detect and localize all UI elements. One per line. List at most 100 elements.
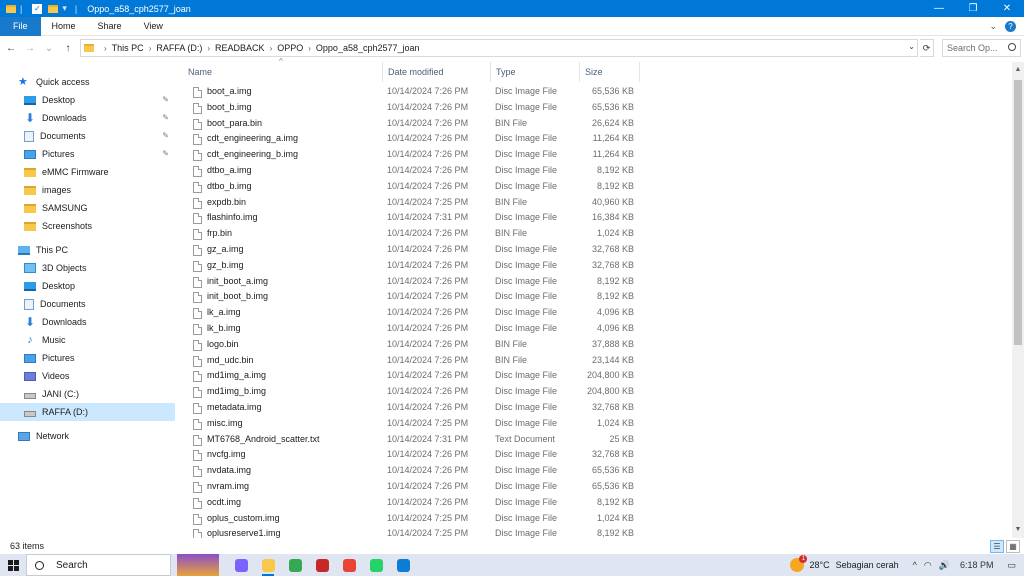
up-button[interactable]: ↑ (60, 40, 76, 56)
breadcrumb-chevron-icon[interactable]: › (104, 44, 107, 53)
minimize-button[interactable]: — (922, 0, 956, 17)
sidebar-item-pc-5[interactable]: Pictures (0, 349, 175, 367)
details-view-button[interactable]: ☰ (990, 539, 1004, 553)
start-button[interactable] (0, 554, 26, 576)
file-row[interactable]: nvdata.img 10/14/2024 7:26 PM Disc Image F… (183, 463, 1003, 479)
help-icon[interactable]: ? (1005, 21, 1016, 32)
breadcrumb-chevron-icon[interactable]: › (207, 44, 210, 53)
tab-view[interactable]: View (133, 17, 174, 36)
maximize-button[interactable]: ❐ (956, 0, 990, 17)
scroll-down-icon[interactable]: ▼ (1012, 524, 1024, 536)
file-row[interactable]: boot_b.img 10/14/2024 7:26 PM Disc Image F… (183, 100, 1003, 116)
breadcrumb-oppo[interactable]: OPPO (277, 43, 303, 53)
address-dropdown-icon[interactable]: ⌄ (908, 42, 915, 51)
search-highlight-image[interactable] (177, 554, 219, 576)
tab-file[interactable]: File (0, 16, 41, 36)
forward-button[interactable]: → (22, 40, 38, 56)
taskbar-search[interactable]: Search (26, 554, 171, 576)
file-row[interactable]: gz_b.img 10/14/2024 7:26 PM Disc Image Fil… (183, 258, 1003, 274)
file-row[interactable]: md1img_b.img 10/14/2024 7:26 PM Disc Image… (183, 384, 1003, 400)
whatsapp-icon[interactable] (365, 554, 387, 576)
file-row[interactable]: lk_b.img 10/14/2024 7:26 PM Disc Image Fil… (183, 321, 1003, 337)
breadcrumb-chevron-icon[interactable]: › (149, 44, 152, 53)
sidebar-item-quick-3[interactable]: Pictures ✎ (0, 145, 175, 163)
file-row[interactable]: MT6768_Android_scatter.txt 10/14/2024 7:3… (183, 432, 1003, 448)
file-row[interactable]: nvram.img 10/14/2024 7:26 PM Disc Image Fi… (183, 479, 1003, 495)
sidebar-item-quick-4[interactable]: eMMC Firmware (0, 163, 175, 181)
file-row[interactable]: md1img_a.img 10/14/2024 7:26 PM Disc Image… (183, 368, 1003, 384)
expand-ribbon-icon[interactable]: ⌄ (989, 21, 997, 32)
sidebar-item-quick-0[interactable]: Desktop ✎ (0, 91, 175, 109)
sidebar-item-pc-2[interactable]: Documents (0, 295, 175, 313)
file-row[interactable]: init_boot_b.img 10/14/2024 7:26 PM Disc Im… (183, 289, 1003, 305)
sidebar-item-quick-1[interactable]: ⬇ Downloads ✎ (0, 109, 175, 127)
red-app-icon[interactable] (311, 554, 333, 576)
search-input[interactable]: Search Op... (942, 39, 1021, 57)
breadcrumb-chevron-icon[interactable]: › (308, 44, 311, 53)
column-name[interactable]: Name (183, 62, 383, 82)
sidebar-item-quick-7[interactable]: Screenshots (0, 217, 175, 235)
breadcrumb-current-folder[interactable]: Oppo_a58_cph2577_joan (316, 43, 420, 53)
column-type[interactable]: Type (491, 62, 580, 82)
back-button[interactable]: ← (3, 40, 19, 56)
quick-access-dropdown-icon[interactable]: ▾ (62, 3, 67, 14)
column-size[interactable]: Size (580, 62, 640, 82)
file-row[interactable]: frp.bin 10/14/2024 7:26 PM BIN File 1,024 K… (183, 226, 1003, 242)
chrome-icon[interactable] (284, 554, 306, 576)
volume-icon[interactable]: 🔊 (939, 560, 950, 571)
file-row[interactable]: boot_para.bin 10/14/2024 7:26 PM BIN File 2… (183, 116, 1003, 132)
large-icons-view-button[interactable]: ▦ (1006, 539, 1020, 553)
tab-share[interactable]: Share (87, 17, 133, 36)
file-row[interactable]: dtbo_a.img 10/14/2024 7:26 PM Disc Image F… (183, 163, 1003, 179)
sidebar-item-pc-1[interactable]: Desktop (0, 277, 175, 295)
file-row[interactable]: nvcfg.img 10/14/2024 7:26 PM Disc Image Fi… (183, 447, 1003, 463)
breadcrumb-chevron-icon[interactable]: › (270, 44, 273, 53)
weather-temp[interactable]: 28°C (809, 560, 829, 570)
file-row[interactable]: expdb.bin 10/14/2024 7:25 PM BIN File 40,96… (183, 195, 1003, 211)
refresh-button[interactable]: ⟳ (920, 39, 934, 57)
file-row[interactable]: logo.bin 10/14/2024 7:26 PM BIN File 37,888… (183, 337, 1003, 353)
sidebar-item-pc-7[interactable]: JANI (C:) (0, 385, 175, 403)
sidebar-item-pc-0[interactable]: 3D Objects (0, 259, 175, 277)
breadcrumb-raffa-drive[interactable]: RAFFA (D:) (156, 43, 202, 53)
address-bar[interactable]: › This PC › RAFFA (D:) › READBACK › OPPO… (80, 39, 918, 57)
recent-locations-button[interactable]: ⌄ (41, 40, 57, 56)
weather-icon[interactable]: 1 (790, 555, 808, 572)
vertical-scrollbar[interactable]: ▲ ▼ (1012, 62, 1024, 538)
sidebar-item-quick-5[interactable]: images (0, 181, 175, 199)
scrollbar-thumb[interactable] (1014, 80, 1022, 345)
file-row[interactable]: misc.img 10/14/2024 7:25 PM Disc Image Fil… (183, 416, 1003, 432)
file-row[interactable]: ocdt.img 10/14/2024 7:26 PM Disc Image Fil… (183, 495, 1003, 511)
edge-icon[interactable] (392, 554, 414, 576)
wifi-icon[interactable]: ◠ (924, 560, 932, 571)
file-row[interactable]: lk_a.img 10/14/2024 7:26 PM Disc Image Fil… (183, 305, 1003, 321)
file-row[interactable]: dtbo_b.img 10/14/2024 7:26 PM Disc Image F… (183, 179, 1003, 195)
file-row[interactable]: metadata.img 10/14/2024 7:26 PM Disc Image… (183, 400, 1003, 416)
nav-this-pc[interactable]: This PC (0, 241, 175, 259)
breadcrumb-readback[interactable]: READBACK (215, 43, 265, 53)
sidebar-item-quick-2[interactable]: Documents ✎ (0, 127, 175, 145)
file-row[interactable]: md_udc.bin 10/14/2024 7:26 PM BIN File 23,1… (183, 353, 1003, 369)
tray-chevron-icon[interactable]: ^ (913, 560, 917, 570)
sidebar-item-quick-6[interactable]: SAMSUNG (0, 199, 175, 217)
file-row[interactable]: boot_a.img 10/14/2024 7:26 PM Disc Image F… (183, 84, 1003, 100)
clock[interactable]: 6:18 PM (960, 560, 994, 570)
breadcrumb-this-pc[interactable]: This PC (112, 43, 144, 53)
notification-icon[interactable]: ▭ (1007, 560, 1016, 571)
file-row[interactable]: cdt_engineering_b.img 10/14/2024 7:26 PM D… (183, 147, 1003, 163)
file-row[interactable]: oplusreserve1.img 10/14/2024 7:25 PM Disc … (183, 526, 1003, 538)
chrome-profile-icon[interactable] (338, 554, 360, 576)
file-row[interactable]: init_boot_a.img 10/14/2024 7:26 PM Disc Im… (183, 274, 1003, 290)
file-row[interactable]: cdt_engineering_a.img 10/14/2024 7:26 PM D… (183, 131, 1003, 147)
new-folder-icon[interactable] (48, 4, 59, 14)
nav-network[interactable]: Network (0, 427, 175, 445)
file-row[interactable]: oplus_custom.img 10/14/2024 7:25 PM Disc I… (183, 511, 1003, 527)
file-row[interactable]: flashinfo.img 10/14/2024 7:31 PM Disc Imag… (183, 210, 1003, 226)
sidebar-item-pc-4[interactable]: ♪ Music (0, 331, 175, 349)
sidebar-item-pc-6[interactable]: Videos (0, 367, 175, 385)
file-explorer-icon[interactable] (257, 554, 279, 576)
nav-quick-access[interactable]: ★ Quick access (0, 73, 175, 91)
tab-home[interactable]: Home (41, 17, 87, 36)
column-date-modified[interactable]: Date modified (383, 62, 491, 82)
properties-check-icon[interactable]: ✓ (32, 3, 43, 14)
